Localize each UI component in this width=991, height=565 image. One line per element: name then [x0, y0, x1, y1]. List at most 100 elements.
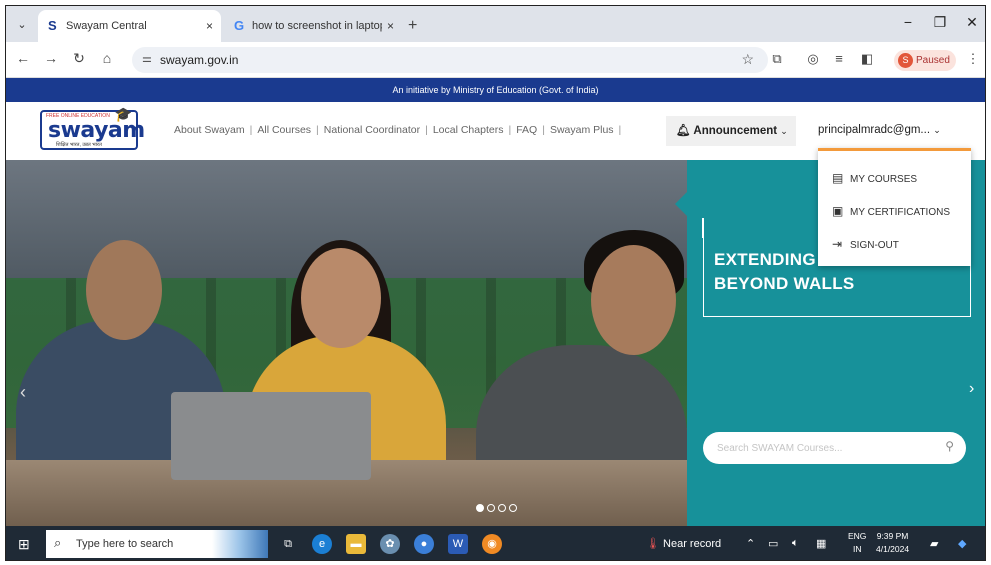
main-nav: About Swayam | All Courses | National Coordi…: [174, 124, 626, 136]
announcement-label: Announcement: [693, 125, 778, 137]
restore-icon[interactable]: ❐: [930, 14, 950, 31]
battery-icon[interactable]: ▭: [768, 537, 778, 550]
close-tab-icon[interactable]: ×: [387, 10, 394, 42]
profile-status: Paused: [916, 55, 950, 66]
avatar: S: [898, 53, 913, 68]
edge-icon[interactable]: e: [312, 534, 332, 554]
menu-label: MY COURSES: [850, 174, 918, 185]
nav-all-courses[interactable]: All Courses: [257, 124, 311, 136]
tab-swayam-central[interactable]: S Swayam Central ×: [38, 10, 221, 42]
extensions-icon[interactable]: ⧉: [768, 51, 786, 67]
tab-title: how to screenshot in laptop - G: [252, 20, 382, 32]
ministry-banner: An initiative by Ministry of Education (…: [6, 78, 985, 102]
windows-start-icon[interactable]: ⊞: [18, 536, 30, 553]
home-icon[interactable]: ⌂: [98, 50, 116, 66]
weather-label: Near record: [663, 538, 722, 550]
menu-my-courses[interactable]: ▤ MY COURSES: [832, 168, 917, 188]
media-icon[interactable]: ≡: [830, 51, 848, 66]
taskbar-search[interactable]: ⌕ Type here to search: [46, 530, 268, 558]
nav-swayam-plus[interactable]: Swayam Plus: [550, 124, 614, 136]
address-bar[interactable]: ⚌ swayam.gov.in ☆: [132, 47, 768, 73]
nav-about-swayam[interactable]: About Swayam: [174, 124, 245, 136]
nav-separator: |: [316, 124, 319, 136]
network-icon[interactable]: ▦: [816, 537, 826, 550]
slider-dot[interactable]: [487, 504, 495, 512]
copilot-icon[interactable]: ◆: [958, 537, 966, 550]
task-view-icon[interactable]: ⧉: [278, 534, 298, 554]
menu-kebab-icon[interactable]: ⋮: [964, 51, 982, 67]
back-icon[interactable]: ←: [14, 50, 32, 66]
forward-icon[interactable]: →: [42, 50, 60, 66]
nav-national-coordinator[interactable]: National Coordinator: [324, 124, 420, 136]
address-toolbar: ← → ↻ ⌂ ⚌ swayam.gov.in ☆ ⧉ ◎ ≡ ◧ S Paus…: [6, 42, 985, 78]
graduation-cap-icon: 🎓: [114, 106, 132, 122]
clock-time: 9:39 PM: [876, 531, 909, 541]
close-tab-icon[interactable]: ×: [206, 10, 213, 42]
chrome-icon[interactable]: ◉: [482, 534, 502, 554]
search-icon[interactable]: ⚲: [945, 439, 954, 453]
logo-subtitle: शिक्षित भारत, उन्नत भारत: [56, 142, 102, 148]
profile-button[interactable]: S Paused: [894, 50, 956, 71]
notifications-icon[interactable]: ▰: [930, 537, 938, 550]
clock-date: 4/1/2024: [876, 544, 910, 554]
user-menu[interactable]: principalmradc@gm... ⌄: [818, 124, 941, 136]
slider-prev-icon[interactable]: ‹: [20, 382, 26, 403]
nav-separator: |: [508, 124, 512, 136]
slider-next-icon[interactable]: ›: [969, 380, 974, 398]
menu-label: SIGN-OUT: [850, 240, 899, 251]
tab-google-search[interactable]: G how to screenshot in laptop - G ×: [224, 10, 402, 42]
nav-separator: |: [425, 124, 428, 136]
tray-chevron-icon[interactable]: ⌃: [746, 537, 755, 550]
nav-local-chapters[interactable]: Local Chapters: [433, 124, 504, 136]
sign-out-icon: ⇥: [832, 237, 843, 251]
course-search-input[interactable]: [717, 438, 927, 458]
menu-label: MY CERTIFICATIONS: [850, 207, 951, 218]
volume-icon[interactable]: 🔈︎: [792, 537, 799, 550]
reload-icon[interactable]: ↻: [70, 50, 88, 67]
chevron-down-icon: ⌄: [933, 125, 941, 135]
announcement-button[interactable]: 🔔︎ Announcement ⌄: [666, 116, 796, 146]
search-icon: ⌕: [54, 535, 62, 550]
media-app-icon[interactable]: ●: [414, 534, 434, 554]
taskbar-search-placeholder: Type here to search: [76, 538, 174, 550]
course-search-box[interactable]: ⚲: [703, 432, 966, 464]
hero-line-1: EXTENDING: [714, 250, 816, 269]
site-info-icon[interactable]: ⚌: [142, 52, 152, 65]
system-clock[interactable]: 9:39 PM 4/1/2024: [876, 530, 909, 556]
weather-near-record[interactable]: 🌡︎ Near record: [646, 537, 721, 550]
swayam-logo[interactable]: FREE ONLINE EDUCATION swayam शिक्षित भार…: [40, 106, 145, 150]
nav-separator: |: [249, 124, 253, 136]
user-dropdown-menu: ▤ MY COURSES ▣ MY CERTIFICATIONS ⇥ SIGN-OUT: [818, 148, 971, 266]
tab-search-chevron-icon[interactable]: ⌄: [12, 15, 32, 35]
courses-icon: ▤: [832, 171, 844, 185]
student-center-head: [301, 248, 381, 348]
nav-faq[interactable]: FAQ: [516, 124, 537, 136]
nav-separator: |: [618, 124, 622, 136]
google-favicon-icon: G: [234, 18, 245, 33]
close-window-icon[interactable]: ✕: [962, 14, 982, 31]
user-email: principalmradc@gm...: [818, 124, 931, 136]
word-icon[interactable]: W: [448, 534, 468, 554]
new-tab-button[interactable]: +: [408, 10, 417, 42]
slider-dot[interactable]: [476, 504, 484, 512]
slider-dot[interactable]: [498, 504, 506, 512]
menu-my-certifications[interactable]: ▣ MY CERTIFICATIONS: [832, 201, 950, 221]
slider-dot[interactable]: [509, 504, 517, 512]
side-panel-icon[interactable]: ◧: [858, 51, 876, 67]
language-indicator[interactable]: ENG IN: [848, 530, 866, 556]
hero-line-2: BEYOND WALLS: [714, 274, 855, 293]
thermometer-icon: 🌡︎: [646, 538, 660, 550]
lens-icon[interactable]: ◎: [804, 51, 822, 67]
menu-sign-out[interactable]: ⇥ SIGN-OUT: [832, 234, 899, 254]
nav-separator: |: [542, 124, 545, 136]
app-icon[interactable]: ✿: [380, 534, 400, 554]
tab-title: Swayam Central: [66, 20, 147, 32]
certificate-icon: ▣: [832, 204, 844, 218]
frame-corner: [702, 218, 704, 238]
bookmark-star-icon[interactable]: ☆: [741, 51, 754, 68]
lang-code: ENG: [848, 531, 867, 541]
tab-strip: ⌄ S Swayam Central × G how to screenshot…: [6, 6, 985, 42]
minimize-icon[interactable]: −: [898, 14, 918, 30]
search-highlight-image: [212, 530, 268, 558]
file-explorer-icon[interactable]: ▬: [346, 534, 366, 554]
